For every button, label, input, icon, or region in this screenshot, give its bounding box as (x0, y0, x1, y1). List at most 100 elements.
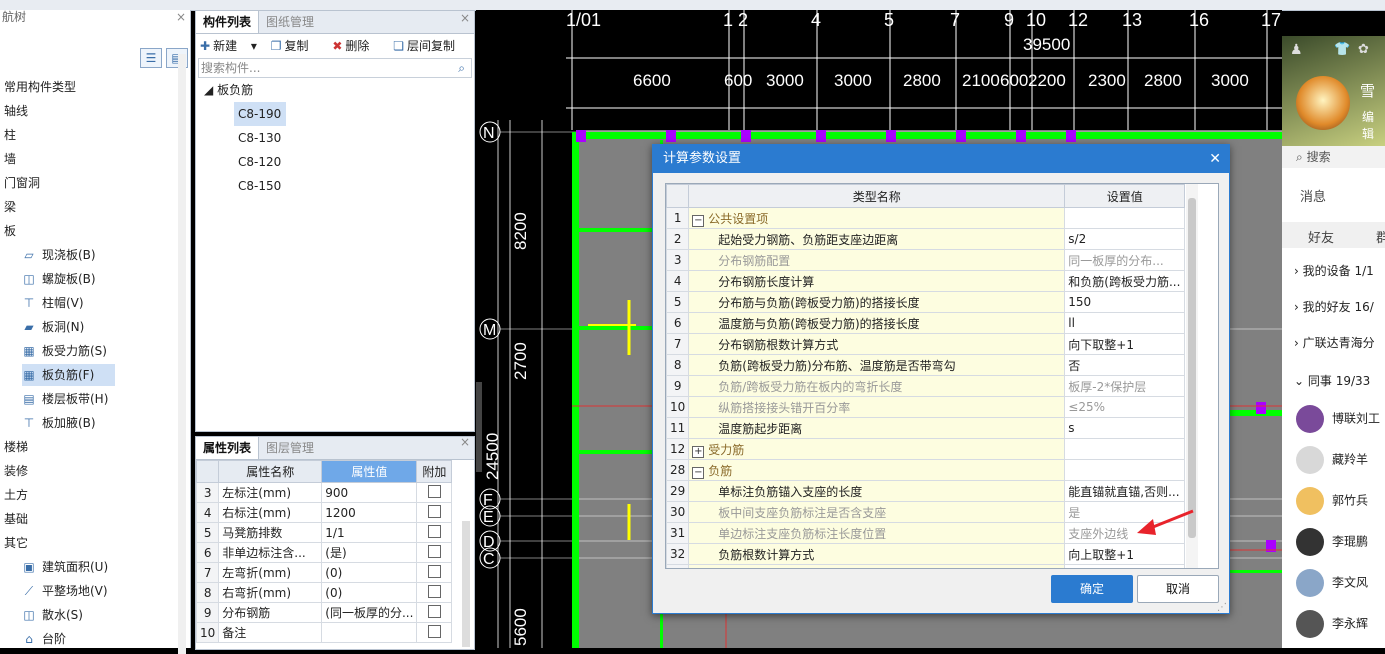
beam-rebar (572, 132, 579, 648)
component-item[interactable]: C8-150 (234, 174, 474, 198)
nav-item[interactable]: 土方 (4, 484, 28, 506)
new-button[interactable]: ✚ 新建 ▾ (200, 39, 257, 53)
property-row[interactable]: 6 非单边标注含... (是) (195, 542, 453, 563)
property-value[interactable]: 1200 (321, 502, 418, 523)
nav-subitem[interactable]: ⊤ 柱帽(V) (22, 292, 84, 314)
ok-button[interactable]: 确定 (1051, 575, 1133, 603)
attach-checkbox[interactable] (427, 484, 441, 498)
nav-subitem[interactable]: ◫ 螺旋板(B) (22, 268, 95, 290)
nav-subitem[interactable]: ▦ 板受力筋(S) (22, 340, 107, 362)
nav-subitem[interactable]: ▦ 板负筋(F) (22, 364, 115, 386)
list-view-icon[interactable]: ☰ (140, 48, 162, 68)
contact-item[interactable]: 李琨鹏 (1282, 528, 1385, 556)
property-row[interactable]: 4 右标注(mm) 1200 (195, 502, 453, 523)
tree-root[interactable]: ◢ 板负筋 (196, 78, 474, 102)
attach-checkbox[interactable] (427, 524, 441, 538)
nav-subitem[interactable]: ⊤ 板加腋(B) (22, 412, 96, 434)
column-marker (1256, 402, 1266, 414)
tab-groups[interactable]: 群 (1376, 227, 1385, 246)
nav-subitem[interactable]: ◫ 散水(S) (22, 604, 83, 626)
property-scrollbar[interactable] (462, 521, 470, 647)
property-value[interactable]: 900 (321, 482, 418, 503)
nav-item[interactable]: 门窗洞 (4, 172, 40, 194)
collapse-triangle-icon[interactable]: ◢ (204, 83, 213, 97)
tab-layer-management[interactable]: 图层管理 (259, 437, 321, 459)
profile-avatar[interactable] (1296, 76, 1350, 130)
nav-item[interactable]: 其它 (4, 532, 28, 554)
settings-icon[interactable]: ✿ (1358, 42, 1369, 57)
property-value[interactable]: (0) (321, 582, 418, 603)
nav-scrollbar[interactable] (178, 54, 186, 654)
contact-item[interactable]: 郭竹兵 (1282, 487, 1385, 515)
attach-checkbox[interactable] (427, 504, 441, 518)
property-value[interactable]: 1/1 (321, 522, 418, 543)
nav-item[interactable]: 楼梯 (4, 436, 28, 458)
property-row[interactable]: 3 左标注(mm) 900 (195, 482, 453, 503)
property-row[interactable]: 9 分布钢筋 (同一板厚的分... (195, 602, 453, 623)
property-value[interactable]: (0) (321, 562, 418, 583)
dimension-text: 2100 (962, 71, 1000, 90)
close-icon[interactable]: × (460, 11, 470, 25)
attach-checkbox[interactable] (427, 564, 441, 578)
attach-checkbox[interactable] (427, 544, 441, 558)
copy-button[interactable]: ❐ 复制 (271, 39, 319, 53)
component-item[interactable]: C8-120 (234, 150, 474, 174)
shirt-icon[interactable]: 👕 (1334, 42, 1350, 57)
nav-item[interactable]: 板 (4, 220, 16, 242)
nav-item[interactable]: 梁 (4, 196, 16, 218)
property-row[interactable]: 10 备注 (195, 622, 453, 643)
close-icon[interactable]: × (460, 435, 470, 449)
tab-friends[interactable]: 好友 (1308, 227, 1385, 246)
tab-property-list[interactable]: 属性列表 (196, 437, 260, 459)
contact-item[interactable]: 李永辉 (1282, 610, 1385, 638)
chat-search[interactable]: ⌕ 搜索 (1282, 146, 1385, 168)
chat-section[interactable]: › 广联达青海分 (1294, 334, 1385, 351)
property-value[interactable]: (是) (321, 542, 418, 563)
nav-item[interactable]: 装修 (4, 460, 28, 482)
attach-checkbox[interactable] (427, 584, 441, 598)
attach-checkbox[interactable] (427, 624, 441, 638)
property-value[interactable] (321, 622, 418, 643)
dimension-text: 3000 (1211, 71, 1249, 90)
nav-subitem[interactable]: ▣ 建筑面积(U) (22, 556, 108, 578)
nav-item[interactable]: 墙 (4, 148, 16, 170)
component-item[interactable]: C8-190 (234, 102, 286, 126)
delete-button[interactable]: ✖ 删除 (332, 39, 379, 53)
cancel-button[interactable]: 取消 (1137, 575, 1219, 603)
axis-label: 5 (884, 10, 894, 30)
nav-subitem[interactable]: ▤ 楼层板带(H) (22, 388, 108, 410)
tab-messages[interactable]: 消息 (1300, 186, 1385, 205)
component-search-input[interactable]: 搜索构件... ⌕ (198, 58, 472, 78)
nav-subitem[interactable]: ⌂ 台阶 (22, 628, 66, 650)
property-row[interactable]: 8 右弯折(mm) (0) (195, 582, 453, 603)
nav-item[interactable]: 基础 (4, 508, 28, 530)
red-arrow-head-icon (1137, 519, 1156, 535)
group-colleagues[interactable]: ⌄ 同事 19/33 (1294, 372, 1385, 389)
nav-subitem[interactable]: ▰ 板洞(N) (22, 316, 84, 338)
nav-item[interactable]: 轴线 (4, 100, 28, 122)
chat-section[interactable]: › 我的好友 16/ (1294, 298, 1385, 315)
tab-drawing-management[interactable]: 图纸管理 (259, 11, 321, 33)
profile-edit-link[interactable]: 编辑 (1362, 108, 1385, 142)
resize-grip-icon[interactable]: ⋰ (1217, 602, 1227, 613)
search-icon[interactable]: ⌕ (458, 59, 465, 77)
attach-checkbox[interactable] (427, 604, 441, 618)
nav-item[interactable]: 柱 (4, 124, 16, 146)
property-row[interactable]: 5 马凳筋排数 1/1 (195, 522, 453, 543)
chat-section[interactable]: › 我的设备 1/1 (1294, 262, 1385, 279)
nav-header: 航树 (2, 10, 27, 24)
dimension-text: 3000 (834, 71, 872, 90)
nav-item[interactable]: 常用构件类型 (4, 76, 76, 98)
nav-subitem[interactable]: ⟋ 平整场地(V) (22, 580, 108, 602)
contact-item[interactable]: 藏羚羊 (1282, 446, 1385, 474)
contact-item[interactable]: 博联刘工 (1282, 405, 1385, 433)
close-icon[interactable]: × (176, 10, 186, 24)
property-row[interactable]: 7 左弯折(mm) (0) (195, 562, 453, 583)
tab-component-list[interactable]: 构件列表 (196, 11, 260, 33)
component-item[interactable]: C8-130 (234, 126, 474, 150)
contact-item[interactable]: 李文风 (1282, 569, 1385, 597)
profile-username: 雪 (1360, 82, 1376, 100)
property-value[interactable]: (同一板厚的分... (321, 602, 418, 623)
nav-subitem[interactable]: ▱ 现浇板(B) (22, 244, 95, 266)
floor-copy-button[interactable]: ❏ 层间复制 (393, 39, 465, 53)
